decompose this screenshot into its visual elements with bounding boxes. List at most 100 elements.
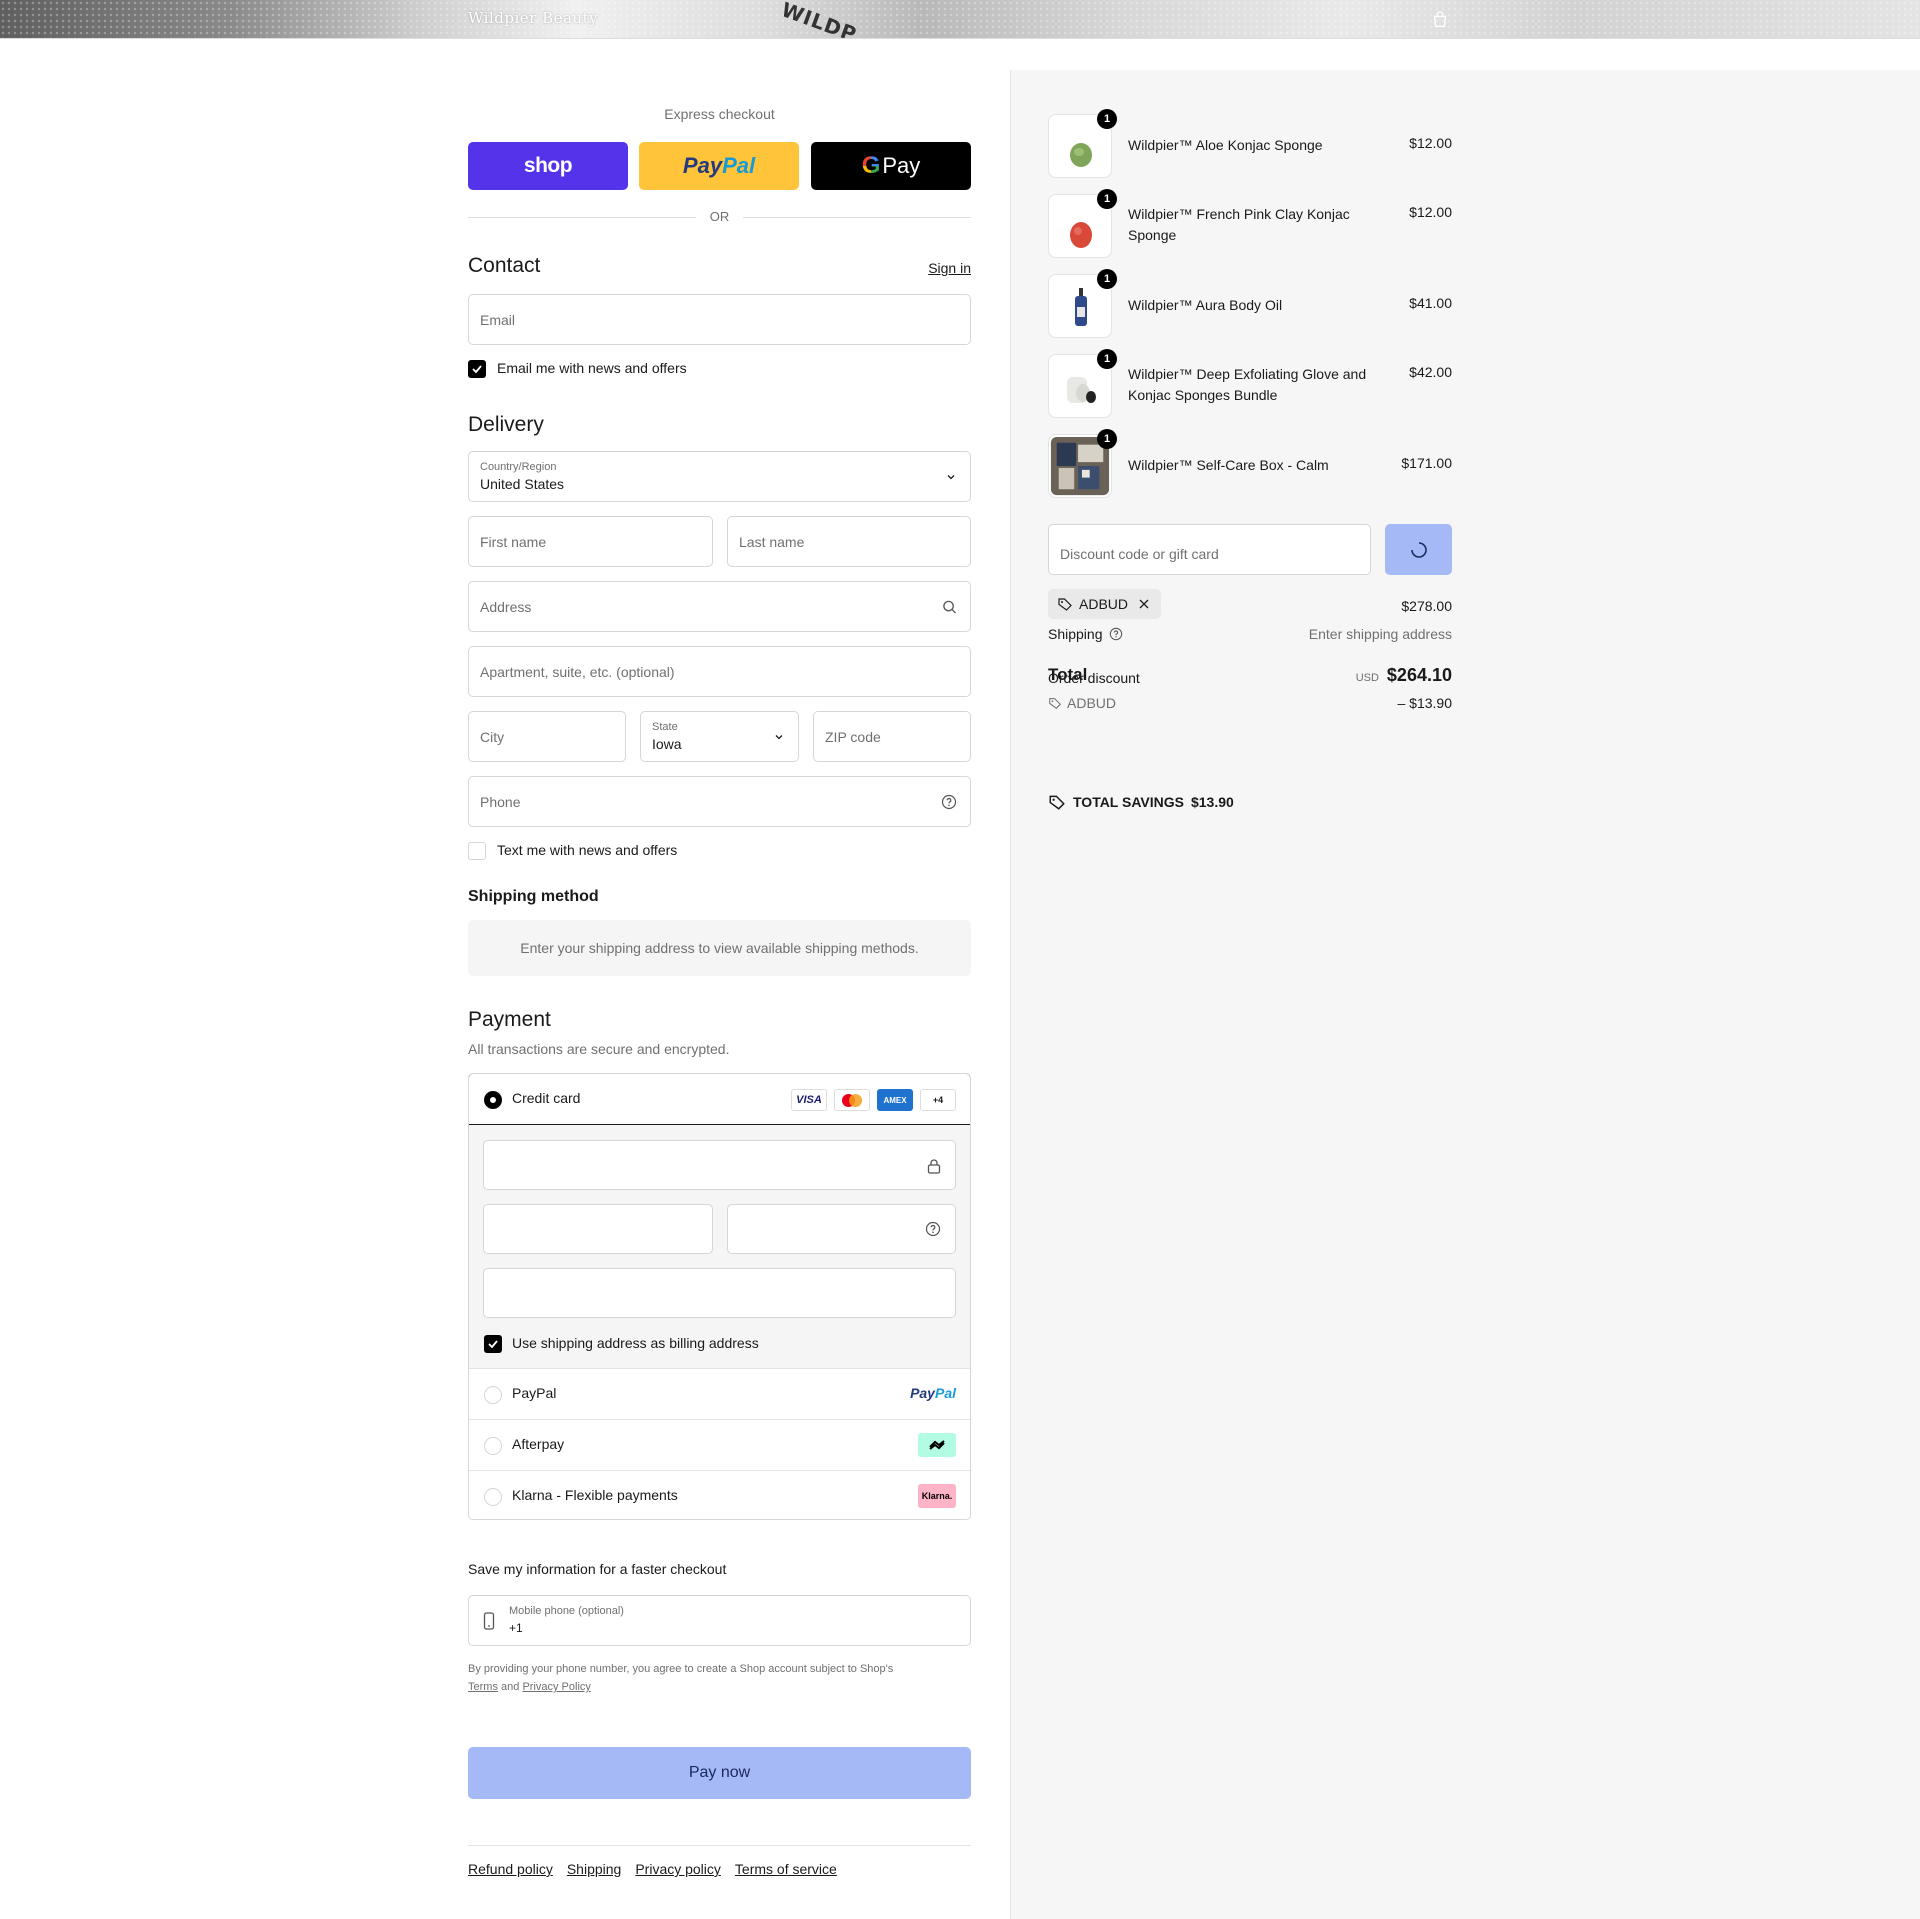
- shop-pay-button[interactable]: shop: [468, 142, 628, 190]
- mobile-phone-label: Mobile phone (optional): [509, 1605, 624, 1617]
- mastercard-logo: [834, 1089, 870, 1111]
- address-field[interactable]: Address: [468, 581, 971, 632]
- google-pay-button[interactable]: G Pay: [811, 142, 971, 190]
- help-icon[interactable]: [1109, 627, 1123, 641]
- mobile-phone-field[interactable]: Mobile phone (optional) +1: [468, 1595, 971, 1646]
- apartment-field[interactable]: Apartment, suite, etc. (optional): [468, 646, 971, 697]
- credit-card-form: Use shipping address as billing address: [469, 1125, 970, 1369]
- footer-links: Refund policy Shipping Privacy policy Terms…: [468, 1845, 971, 1877]
- text-offers-label: Text me with news and offers: [497, 842, 678, 858]
- klarna-option[interactable]: Klarna - Flexible payments Klarna.: [469, 1471, 970, 1519]
- item-name: Wildpier™ French Pink Clay Konjac Sponge: [1128, 206, 1350, 243]
- item-name: Wildpier™ Deep Exfoliating Glove and Kon…: [1128, 366, 1367, 403]
- delivery-heading: Delivery: [468, 413, 544, 436]
- card-name-field[interactable]: [483, 1268, 956, 1318]
- paypal-express-button[interactable]: Pay Pal: [639, 142, 799, 190]
- disclaimer-and: and: [501, 1681, 520, 1693]
- chevron-down-icon: [775, 734, 783, 739]
- shop-pay-label: shop: [523, 154, 573, 177]
- discount-row: ADBUD: [1048, 695, 1116, 711]
- email-placeholder: Email: [480, 311, 516, 328]
- tag-icon: [1049, 795, 1065, 810]
- email-field[interactable]: Email: [468, 294, 971, 345]
- tag-icon: [1058, 598, 1072, 611]
- state-label: State: [652, 721, 678, 733]
- help-icon[interactable]: [925, 1221, 941, 1237]
- credit-card-label: Credit card: [512, 1090, 581, 1106]
- first-name-placeholder: First name: [480, 533, 547, 550]
- newsletter-checkbox[interactable]: [468, 360, 486, 378]
- afterpay-radio[interactable]: [484, 1437, 502, 1455]
- item-price: $12.00: [1409, 204, 1452, 220]
- pay-now-button[interactable]: Pay now: [468, 1747, 971, 1799]
- product-thumbnail: 1: [1048, 349, 1117, 418]
- total-label: Total: [1048, 665, 1088, 684]
- text-offers-checkbox[interactable]: [468, 842, 486, 860]
- afterpay-label: Afterpay: [512, 1436, 565, 1452]
- klarna-radio[interactable]: [484, 1488, 502, 1506]
- store-logo[interactable]: Wildpier Beauty: [468, 9, 598, 27]
- terms-link[interactable]: Terms: [468, 1681, 498, 1693]
- paypal-logo-pal: Pal: [934, 1385, 956, 1401]
- privacy-policy-footer-link[interactable]: Privacy policy: [635, 1861, 721, 1877]
- card-cvv-field[interactable]: [727, 1204, 956, 1254]
- first-name-field[interactable]: First name: [468, 516, 713, 567]
- discount-value: – $13.90: [1397, 695, 1453, 711]
- total-savings-label: TOTAL SAVINGS: [1073, 794, 1184, 810]
- paypal-option[interactable]: PayPal PayPal: [469, 1369, 970, 1420]
- checkmark-icon: [472, 365, 482, 374]
- billing-same-checkbox[interactable]: [484, 1335, 502, 1353]
- privacy-policy-link[interactable]: Privacy Policy: [522, 1681, 590, 1693]
- lock-icon: [927, 1159, 941, 1174]
- credit-card-option[interactable]: Credit card VISA AMEX +4: [469, 1074, 970, 1125]
- item-price: $42.00: [1409, 364, 1452, 380]
- shipping-policy-link[interactable]: Shipping: [567, 1861, 622, 1877]
- afterpay-option[interactable]: Afterpay: [469, 1420, 970, 1471]
- refund-policy-link[interactable]: Refund policy: [468, 1861, 553, 1877]
- applied-code: ADBUD: [1079, 596, 1129, 612]
- quantity-badge: 1: [1097, 349, 1117, 369]
- product-thumbnail: 1: [1048, 269, 1117, 338]
- item-price: $41.00: [1409, 295, 1452, 311]
- total-row: USD $264.10: [1202, 665, 1452, 686]
- card-number-field[interactable]: [483, 1140, 956, 1190]
- state-select[interactable]: State Iowa: [640, 711, 799, 762]
- country-value: United States: [480, 476, 565, 492]
- shipping-label: Shipping: [1048, 626, 1103, 642]
- google-g-icon: G: [861, 152, 881, 179]
- card-expiry-field[interactable]: [483, 1204, 713, 1254]
- item-price: $12.00: [1409, 135, 1452, 151]
- country-select[interactable]: Country/Region United States: [468, 451, 971, 502]
- shipping-method-heading: Shipping method: [468, 888, 599, 905]
- last-name-field[interactable]: Last name: [727, 516, 971, 567]
- or-label: OR: [709, 209, 730, 224]
- apply-discount-button[interactable]: [1385, 524, 1452, 575]
- mobile-phone-value: +1: [509, 1621, 523, 1635]
- phone-field[interactable]: Phone: [468, 776, 971, 827]
- more-cards-badge: +4: [920, 1089, 956, 1111]
- help-icon[interactable]: [941, 794, 957, 810]
- klarna-logo: Klarna.: [918, 1484, 956, 1508]
- shipping-method-message: Enter your shipping address to view avai…: [520, 940, 919, 956]
- payment-methods: Credit card VISA AMEX +4 Use shipping ad…: [468, 1073, 971, 1520]
- discount-code-field[interactable]: Discount code or gift card: [1048, 524, 1371, 575]
- city-field[interactable]: City: [468, 711, 626, 762]
- discount-code: ADBUD: [1067, 695, 1117, 711]
- amex-logo: AMEX: [877, 1089, 913, 1111]
- paypal-radio[interactable]: [484, 1386, 502, 1404]
- city-placeholder: City: [480, 728, 505, 745]
- quantity-badge: 1: [1097, 189, 1117, 209]
- product-thumbnail: 1: [1048, 429, 1117, 498]
- remove-discount-icon[interactable]: [1137, 597, 1151, 611]
- item-name: Wildpier™ Aloe Konjac Sponge: [1128, 137, 1323, 153]
- terms-of-service-link[interactable]: Terms of service: [735, 1861, 837, 1877]
- newsletter-label: Email me with news and offers: [497, 360, 687, 376]
- express-checkout-label: Express checkout: [664, 106, 775, 122]
- paypal-logo-pay: Pay: [682, 153, 723, 178]
- mobile-phone-icon: [483, 1612, 495, 1630]
- sign-in-link[interactable]: Sign in: [928, 260, 971, 276]
- zip-field[interactable]: ZIP code: [813, 711, 971, 762]
- disclaimer-text: By providing your phone number, you agre…: [468, 1663, 894, 1675]
- google-pay-label: Pay: [882, 153, 921, 178]
- credit-card-radio[interactable]: [484, 1091, 502, 1109]
